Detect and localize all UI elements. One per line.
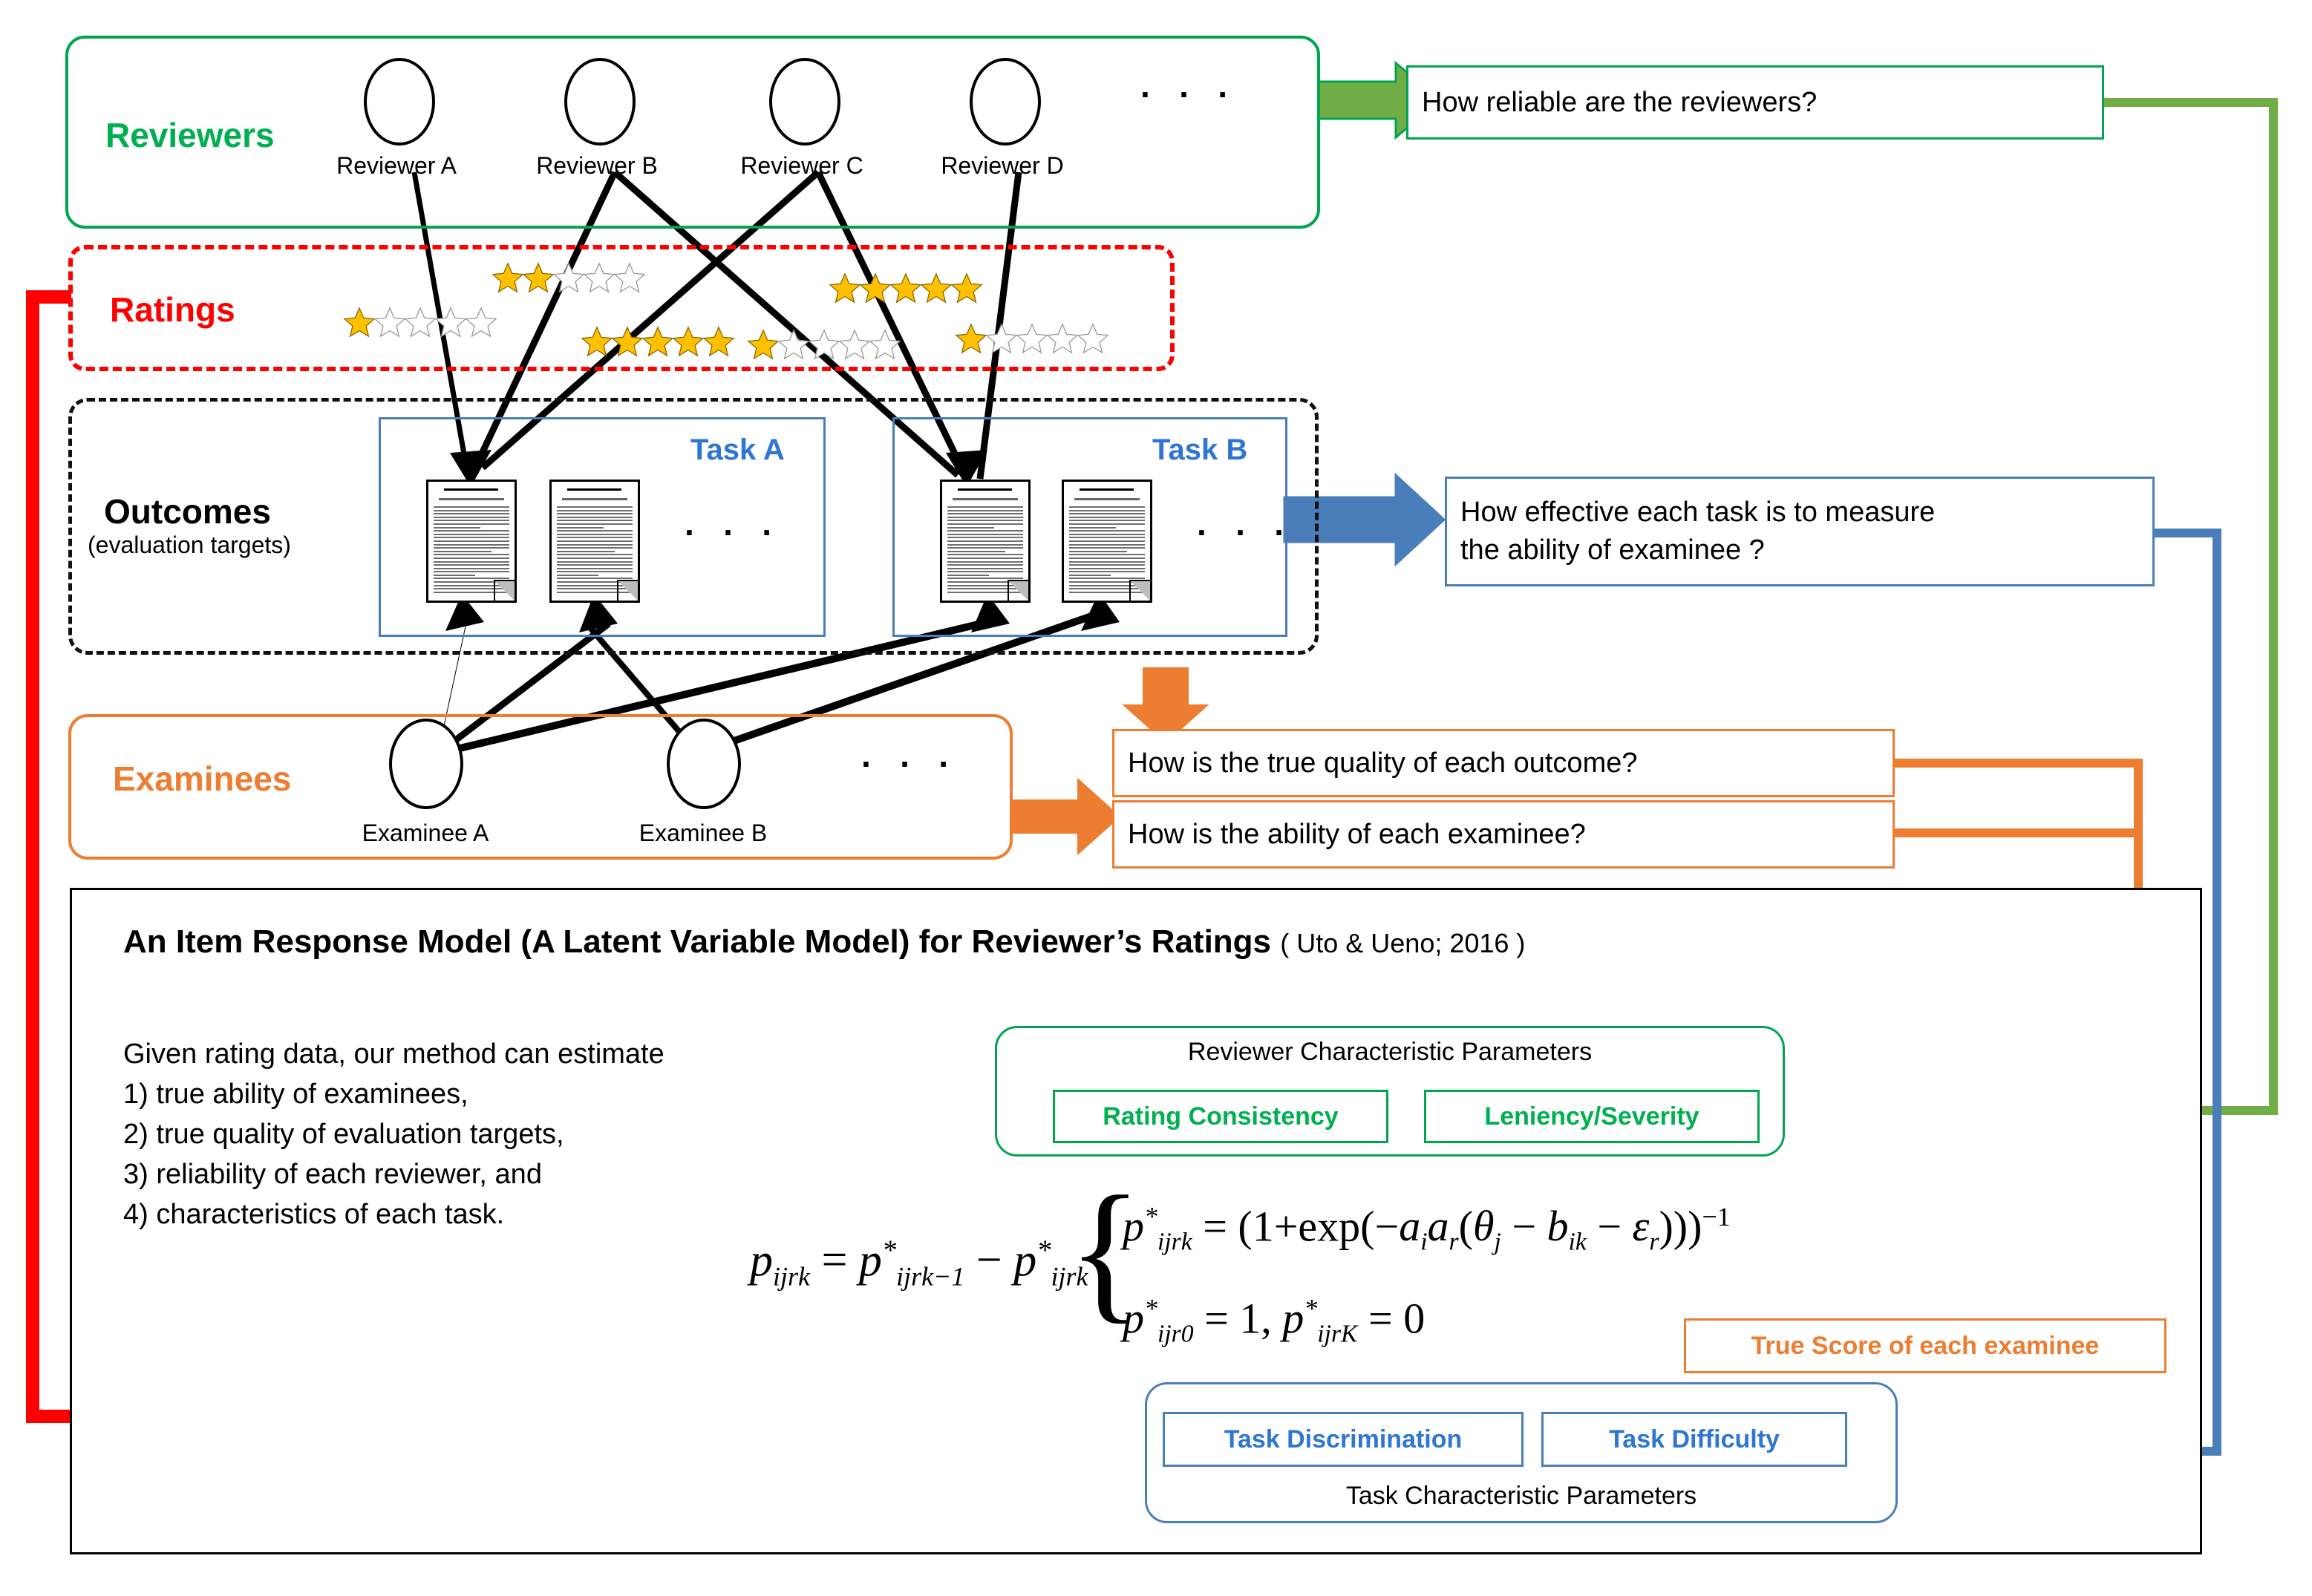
examinee-b-label: Examinee B <box>639 820 768 846</box>
rating-stars-1 <box>343 306 497 339</box>
examinees-ellipsis: · · · <box>861 745 959 783</box>
outcomes-label: Outcomes <box>104 492 271 531</box>
model-panel-title: An Item Response Model (A Latent Variabl… <box>123 923 1525 961</box>
model-title-text: An Item Response Model (A Latent Variabl… <box>123 923 1272 960</box>
star-filled-icon <box>859 272 892 304</box>
question-box-reviewers: How reliable are the reviewers? <box>1406 65 2104 140</box>
star-empty-icon <box>404 307 437 338</box>
star-filled-icon <box>702 326 735 357</box>
paper-fold-corner <box>1008 580 1028 601</box>
star-filled-icon <box>581 326 613 357</box>
task-a-ellipsis: · · · <box>685 513 783 552</box>
task-a-title: Task A <box>690 434 785 466</box>
formula-line-2: p*ijr0 = 1, p*ijrK = 0 <box>1123 1294 1426 1348</box>
star-empty-icon <box>613 262 646 293</box>
rating-stars-6 <box>955 322 1109 355</box>
figure-canvas: Reviewers · · · Reviewer A Reviewer B Re… <box>0 0 2312 1596</box>
rating-stars-4 <box>829 272 983 304</box>
star-filled-icon <box>920 272 953 304</box>
paper-title-lines <box>557 488 633 495</box>
paper-author-line <box>953 498 1018 500</box>
examinees-label: Examinees <box>113 759 292 798</box>
star-empty-icon <box>373 307 406 338</box>
paper-fold-corner <box>1129 580 1150 601</box>
examinee-a-avatar <box>389 719 463 809</box>
star-filled-icon <box>955 323 987 354</box>
star-filled-icon <box>343 307 376 338</box>
paper-fold-corner <box>617 580 638 601</box>
reviewer-d-label: Reviewer D <box>941 152 1064 179</box>
reviewer-c-avatar <box>769 58 840 145</box>
paper-title-lines <box>1069 488 1145 495</box>
star-filled-icon <box>889 272 922 304</box>
star-empty-icon <box>1046 323 1079 354</box>
paper-author-line <box>1074 498 1140 500</box>
star-empty-icon <box>838 329 871 360</box>
param-rating-consistency: Rating Consistency <box>1053 1090 1388 1143</box>
examinee-a-label: Examinee A <box>362 820 489 846</box>
reviewer-parameters-caption: Reviewer Characteristic Parameters <box>1187 1038 1593 1066</box>
star-empty-icon <box>1077 323 1109 354</box>
param-leniency-severity: Leniency/Severity <box>1424 1090 1760 1143</box>
reviewers-ellipsis: · · · <box>1140 75 1238 114</box>
model-panel-body: Given rating data, our method can estima… <box>123 1039 664 1230</box>
reviewer-c-label: Reviewer C <box>740 152 863 179</box>
star-filled-icon <box>641 326 674 357</box>
task-b-title: Task B <box>1152 434 1248 466</box>
param-task-discrimination: Task Discrimination <box>1163 1412 1524 1467</box>
reviewer-d-avatar <box>970 58 1041 145</box>
model-citation: ( Uto & Ueno; 2016 ) <box>1280 928 1526 958</box>
task-a-paper-2 <box>549 480 640 603</box>
reviewers-label: Reviewers <box>105 116 275 154</box>
paper-fold-corner <box>494 580 515 601</box>
question-box-task: How effective each task is to measure th… <box>1445 477 2155 586</box>
task-b-paper-1 <box>940 480 1031 603</box>
formula-line-1: p*ijrk = (1+exp(−aiar(θj − bik − εr)))−1 <box>1123 1202 1731 1256</box>
reviewer-a-label: Reviewer A <box>336 152 457 179</box>
star-empty-icon <box>985 323 1018 354</box>
arrow-examinees-to-question <box>1012 777 1121 856</box>
rating-stars-2 <box>492 261 646 294</box>
reviewer-a-avatar <box>364 58 435 145</box>
rating-stars-5 <box>747 328 901 361</box>
paper-title-lines <box>947 488 1023 495</box>
task-parameters-caption: Task Characteristic Parameters <box>1345 1482 1697 1510</box>
star-empty-icon <box>552 262 585 293</box>
task-b-paper-2 <box>1062 480 1152 603</box>
param-true-score: True Score of each examinee <box>1684 1318 2166 1373</box>
star-empty-icon <box>808 329 840 360</box>
star-empty-icon <box>1016 323 1048 354</box>
star-filled-icon <box>611 326 644 357</box>
star-empty-icon <box>869 329 901 360</box>
star-empty-icon <box>583 262 615 293</box>
star-empty-icon <box>434 307 467 338</box>
reviewer-b-label: Reviewer B <box>536 152 658 179</box>
task-a-paper-1 <box>426 480 517 603</box>
reviewer-b-avatar <box>564 58 636 145</box>
examinee-b-avatar <box>667 719 741 809</box>
question-box-ability: How is the ability of each examinee? <box>1112 800 1895 869</box>
formula-left: pijrk = p*ijrk−1 − p*ijrk <box>750 1234 1088 1292</box>
star-filled-icon <box>747 329 780 360</box>
ratings-label: Ratings <box>110 290 235 329</box>
paper-title-lines <box>434 488 509 495</box>
rating-stars-3 <box>581 325 735 358</box>
outcomes-sublabel: (evaluation targets) <box>88 532 291 558</box>
paper-author-line <box>562 498 627 500</box>
task-b-ellipsis: · · · <box>1197 513 1295 552</box>
star-empty-icon <box>777 329 810 360</box>
star-filled-icon <box>829 272 861 304</box>
paper-author-line <box>439 498 504 500</box>
star-filled-icon <box>522 262 555 293</box>
star-empty-icon <box>465 307 497 338</box>
question-box-quality: How is the true quality of each outcome? <box>1112 729 1895 797</box>
star-filled-icon <box>492 262 524 293</box>
param-task-difficulty: Task Difficulty <box>1541 1412 1847 1467</box>
star-filled-icon <box>950 272 983 304</box>
star-filled-icon <box>672 326 705 357</box>
